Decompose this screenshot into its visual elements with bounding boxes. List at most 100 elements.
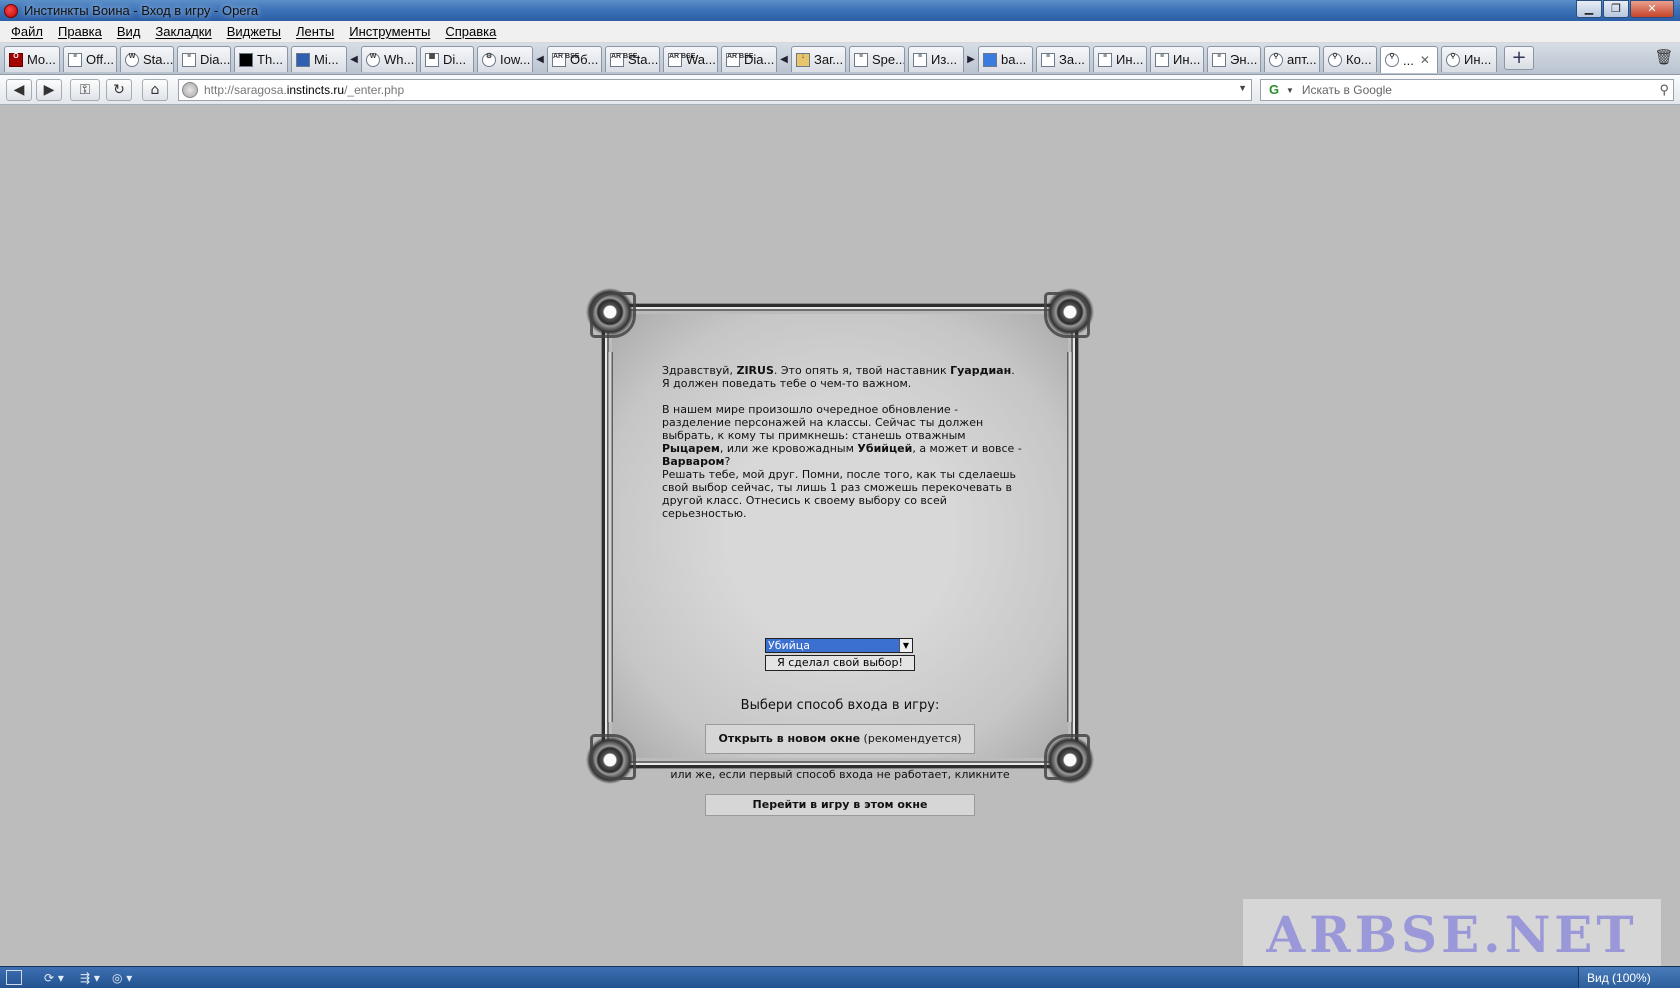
chevron-down-icon[interactable]: ▼ [899, 639, 912, 652]
forward-arrow-icon: ▶ [43, 82, 55, 98]
minimize-button[interactable]: ▁ [1576, 0, 1602, 18]
enter-in-this-window-button[interactable]: Перейти в игру в этом окне [705, 794, 975, 816]
entry-method-heading: Выбери способ входа в игру: [740, 698, 940, 713]
menu-bookmarks[interactable]: Закладки [155, 24, 211, 39]
opera-icon: O [9, 52, 23, 67]
reload-icon: ↻ [113, 82, 125, 98]
tab[interactable]: ≡ Dia... [177, 46, 231, 72]
menu-help[interactable]: Справка [445, 24, 496, 39]
chevron-down-icon[interactable]: ▼ [1286, 86, 1294, 95]
tab[interactable]: ≡ Ин... [1093, 46, 1147, 72]
tab[interactable]: ▦ Di... [420, 46, 474, 72]
tab[interactable]: O Mo... [4, 46, 60, 72]
page-icon: ≡ [182, 52, 196, 67]
tab[interactable]: Mi... [291, 46, 347, 72]
tab-group-toggle-icon[interactable]: ◀ [536, 46, 544, 72]
arbse-icon: AR BSE [668, 52, 695, 67]
mentor-message: Здравствуй, ZIRUS. Это опять я, твой нас… [662, 364, 1022, 520]
wordpress-icon: W [366, 52, 380, 67]
zoom-control[interactable]: Вид (100%) [1578, 967, 1680, 988]
tab[interactable]: Th... [234, 46, 288, 72]
tab[interactable]: ≡ За... [1036, 46, 1090, 72]
tab[interactable]: W Sta... [120, 46, 174, 72]
title-bar: Инстинкты Воина - Вход в игру - Opera ▁ … [0, 0, 1680, 21]
tab[interactable]: AR BSE Об... [547, 46, 602, 72]
username: ZIRUS [736, 364, 774, 377]
trash-icon[interactable]: 🗑 [1654, 48, 1674, 70]
page-icon: ≡ [913, 52, 927, 67]
menu-tools[interactable]: Инструменты [349, 24, 430, 39]
menu-widgets[interactable]: Виджеты [227, 24, 281, 39]
menu-feeds[interactable]: Ленты [296, 24, 334, 39]
page-icon: ≡ [1212, 52, 1226, 67]
frame-pillar [1067, 352, 1073, 722]
page-icon: ≡ [1041, 52, 1055, 67]
new-tab-button[interactable]: + [1504, 46, 1534, 70]
turbo-icon[interactable]: ◎ ▾ [112, 970, 132, 986]
tab-group-toggle-icon[interactable]: ◀ [350, 46, 358, 72]
chevron-down-icon[interactable]: ▼ [1238, 83, 1247, 93]
class-select[interactable]: Убийца ▼ [765, 638, 913, 653]
search-icon[interactable]: ⚲ [1659, 82, 1669, 98]
search-icon: ⚲ [1385, 53, 1399, 67]
url-host: instincts.ru [286, 83, 345, 97]
confirm-choice-button[interactable]: Я сделал свой выбор! [765, 655, 915, 671]
class-select-value: Убийца [768, 639, 811, 652]
menu-edit[interactable]: Правка [58, 24, 102, 39]
close-tab-icon[interactable]: ✕ [1420, 53, 1430, 67]
tab[interactable]: ↓ Заг... [791, 46, 846, 72]
tab[interactable]: AR BSE Wa... [663, 46, 718, 72]
back-arrow-icon: ◀ [13, 82, 25, 98]
game-entry-panel: Здравствуй, ZIRUS. Это опять я, твой нас… [584, 286, 1096, 816]
alternative-hint: или же, если первый способ входа не рабо… [670, 768, 1010, 781]
wand-button[interactable]: ⚿ [70, 79, 100, 101]
page-icon: ≡ [854, 52, 868, 67]
tab[interactable]: W Wh... [361, 46, 417, 72]
tab[interactable]: ⚲ Ко... [1323, 46, 1377, 72]
table-icon: ▦ [425, 52, 439, 67]
tab[interactable]: ≡ Spe... [849, 46, 905, 72]
back-button[interactable]: ◀ [6, 79, 32, 101]
panel-toggle-icon[interactable] [6, 970, 22, 985]
menu-view[interactable]: Вид [117, 24, 141, 39]
window-title: Инстинкты Воина - Вход в игру - Opera [24, 3, 259, 18]
search-field[interactable]: G ▼ Искать в Google ⚲ [1260, 79, 1674, 101]
black-square-icon [239, 52, 253, 67]
url-path: /_enter.php [344, 83, 405, 97]
globe-icon [182, 82, 198, 98]
window-controls: ▁ ❐ ✕ [1575, 0, 1674, 18]
tab[interactable]: ≡ Ин... [1150, 46, 1204, 72]
tab[interactable]: ⚲ апт... [1264, 46, 1320, 72]
warning-paragraph: Решать тебе, мой друг. Помни, после того… [662, 468, 1017, 520]
menu-bar: Файл Правка Вид Закладки Виджеты Ленты И… [0, 21, 1680, 43]
unite-icon[interactable]: ⇶ ▾ [80, 970, 100, 986]
search-icon: ⚲ [1328, 52, 1342, 67]
watermark-logo: ARBSE.NET [1243, 899, 1661, 969]
tab[interactable]: ≡ Из... [908, 46, 964, 72]
close-window-button[interactable]: ✕ [1630, 0, 1674, 18]
open-new-window-button[interactable]: Открыть в новом окне (рекомендуется) [705, 724, 975, 754]
blue-square-icon [296, 52, 310, 67]
wordpress-icon: W [125, 52, 139, 67]
tab[interactable]: ba... [978, 46, 1033, 72]
tab-group-toggle-icon[interactable]: ▶ [967, 46, 975, 72]
tab[interactable]: ≡ Off... [63, 46, 117, 72]
tab-group-toggle-icon[interactable]: ◀ [780, 46, 788, 72]
menu-file[interactable]: Файл [11, 24, 43, 39]
forward-button[interactable]: ▶ [36, 79, 62, 101]
maximize-button[interactable]: ❐ [1603, 0, 1629, 18]
update-paragraph: В нашем мире произошло очередное обновле… [662, 403, 1022, 468]
reload-button[interactable]: ↻ [106, 79, 132, 101]
search-icon: ⚲ [1446, 52, 1460, 67]
tab[interactable]: ≡ Эн... [1207, 46, 1261, 72]
tab-active[interactable]: ⚲... ✕ [1380, 46, 1438, 73]
home-button[interactable]: ⌂ [142, 79, 168, 101]
tab[interactable]: ⚙ Iow... [477, 46, 533, 72]
tab[interactable]: AR BSE Sta... [605, 46, 660, 72]
sync-icon[interactable]: ⟳ ▾ [44, 970, 64, 986]
blue-app-icon [983, 52, 997, 67]
tab[interactable]: ⚲ Ин... [1441, 46, 1497, 72]
frame-pillar [607, 352, 613, 722]
tab[interactable]: AR BSE Dia... [721, 46, 777, 72]
address-field[interactable]: http://saragosa. instincts.ru/_enter.php … [178, 79, 1252, 101]
